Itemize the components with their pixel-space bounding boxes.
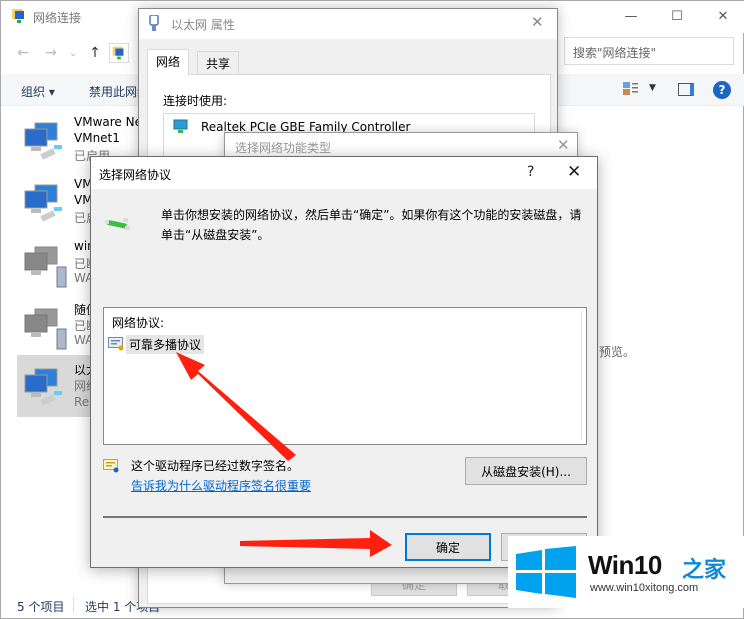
tab-network[interactable]: 网络	[147, 49, 190, 75]
protocol-close-button[interactable]: ✕	[567, 162, 581, 182]
protocol-certificate-icon	[108, 337, 124, 351]
protocol-dialog-title: 选择网络协议	[99, 168, 172, 182]
feature-dialog-title: 选择网络功能类型	[235, 141, 332, 155]
search-input[interactable]: 搜索"网络连接"	[564, 37, 734, 65]
watermark: Win10 之家 www.win10xitong.com	[508, 536, 744, 608]
tab-sharing[interactable]: 共享	[197, 51, 240, 75]
protocol-description: 单击你想安装的网络协议，然后单击“确定”。如果你有这个功能的安装磁盘，请单击“从…	[161, 208, 582, 242]
watermark-url: www.win10xitong.com	[590, 582, 699, 594]
address-bar-location-icon[interactable]	[109, 43, 129, 63]
protocol-item-label: 可靠多播协议	[126, 334, 205, 354]
maximize-button[interactable]: ☐	[654, 1, 700, 31]
help-button[interactable]: ?	[527, 164, 534, 180]
properties-title: 以太网 属性	[171, 18, 235, 32]
feature-close-button[interactable]: ✕	[557, 136, 570, 154]
select-protocol-dialog: 选择网络协议 ? ✕ 单击你想安装的网络协议，然后单击“确定”。如果你有这个功能…	[90, 156, 598, 568]
watermark-brand: Win10	[588, 550, 662, 580]
dialog-separator	[103, 516, 587, 518]
help-icon[interactable]: ?	[713, 81, 731, 99]
close-button[interactable]: ✕	[700, 1, 744, 31]
wan-adapter-icon	[24, 308, 67, 350]
connect-using-label: 连接时使用:	[163, 94, 228, 108]
have-disk-button[interactable]: 从磁盘安装(H)...	[465, 457, 587, 485]
network-connections-icon	[12, 9, 24, 23]
watermark-brand-cn: 之家	[682, 558, 727, 583]
forward-button[interactable]: →	[41, 43, 61, 63]
ethernet-plug-icon	[149, 15, 159, 31]
up-button[interactable]: ↑	[85, 43, 105, 63]
protocol-item[interactable]: 可靠多播协议	[108, 334, 205, 354]
wan-adapter-icon	[24, 246, 67, 288]
properties-close-button[interactable]: ✕	[531, 13, 544, 31]
network-adapter-icon	[24, 122, 62, 160]
organize-menu[interactable]: 组织 ▾	[21, 83, 55, 100]
network-protocol-icon	[105, 218, 130, 230]
preview-pane-icon[interactable]	[678, 83, 694, 96]
signed-driver-icon	[103, 459, 119, 473]
driver-signed-text: 这个驱动程序已经过数字签名。	[131, 459, 300, 473]
minimize-button[interactable]: —	[608, 1, 654, 31]
status-divider	[73, 597, 74, 613]
recent-locations-button[interactable]: ⌄	[63, 43, 83, 63]
explorer-title: 网络连接	[33, 11, 82, 25]
network-adapter-icon	[24, 184, 62, 222]
connection-network: VMnet1	[74, 131, 120, 145]
change-view-icon[interactable]	[623, 82, 639, 96]
status-item-count: 5 个项目	[17, 600, 65, 614]
protocol-listbox[interactable]: 网络协议: 可靠多播协议	[103, 307, 587, 445]
driver-signing-link[interactable]: 告诉我为什么驱动程序签名很重要	[131, 477, 311, 494]
windows-logo-icon	[516, 546, 576, 598]
network-adapter-icon	[173, 119, 188, 133]
network-adapter-icon	[24, 368, 62, 406]
protocol-list-scrollbar[interactable]	[581, 310, 585, 440]
protocol-list-label: 网络协议:	[112, 316, 165, 330]
preview-pane-text: 预览。	[599, 345, 636, 359]
view-options-dropdown[interactable]: ▼	[649, 83, 656, 93]
ok-button[interactable]: 确定	[405, 533, 491, 561]
back-button[interactable]: ←	[13, 43, 33, 63]
